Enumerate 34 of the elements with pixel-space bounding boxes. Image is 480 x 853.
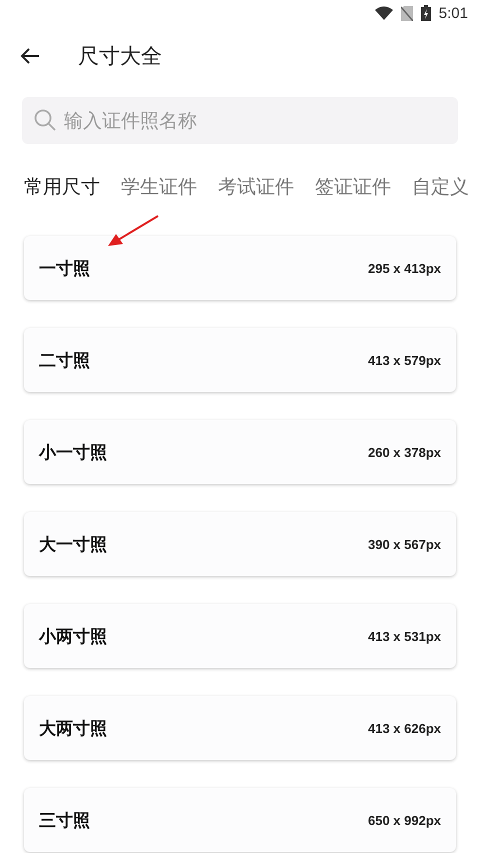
size-name: 小两寸照 <box>39 626 107 648</box>
size-name: 大两寸照 <box>39 718 107 740</box>
size-name: 三寸照 <box>39 810 90 832</box>
pixel-dimensions: 650 x 992px <box>368 812 441 828</box>
back-arrow-icon[interactable] <box>20 46 40 66</box>
size-name: 二寸照 <box>39 350 90 372</box>
pixel-dimensions: 295 x 413px <box>368 260 441 276</box>
size-card[interactable]: 小一寸照 260 x 378px <box>24 420 456 484</box>
category-tab[interactable]: 自定义 <box>412 174 469 200</box>
wifi-icon <box>374 6 393 20</box>
size-card[interactable]: 小两寸照 413 x 531px <box>24 604 456 668</box>
annotation-arrow <box>106 214 160 248</box>
battery-icon <box>420 5 431 21</box>
search-field[interactable]: 输入证件照名称 <box>22 97 458 144</box>
clock-time: 5:01 <box>438 4 468 22</box>
no-sim-icon <box>400 6 413 20</box>
pixel-dimensions: 413 x 626px <box>368 720 441 736</box>
size-card[interactable]: 大一寸照 390 x 567px <box>24 512 456 576</box>
page-title: 尺寸大全 <box>78 43 162 70</box>
category-tab[interactable]: 常用尺寸 <box>24 174 100 200</box>
pixel-dimensions: 413 x 531px <box>368 628 441 644</box>
size-name: 大一寸照 <box>39 534 107 556</box>
size-name: 一寸照 <box>39 258 90 280</box>
size-card[interactable]: 大两寸照 413 x 626px <box>24 696 456 760</box>
category-tab[interactable]: 考试证件 <box>218 174 294 200</box>
category-tab[interactable]: 签证证件 <box>315 174 391 200</box>
pixel-dimensions: 260 x 378px <box>368 444 441 460</box>
size-card[interactable]: 一寸照 295 x 413px <box>24 236 456 300</box>
pixel-dimensions: 413 x 579px <box>368 352 441 368</box>
size-name: 小一寸照 <box>39 442 107 464</box>
pixel-dimensions: 390 x 567px <box>368 536 441 552</box>
category-tab[interactable]: 学生证件 <box>121 174 197 200</box>
size-card[interactable]: 二寸照 413 x 579px <box>24 328 456 392</box>
size-card[interactable]: 三寸照 650 x 992px <box>24 788 456 852</box>
